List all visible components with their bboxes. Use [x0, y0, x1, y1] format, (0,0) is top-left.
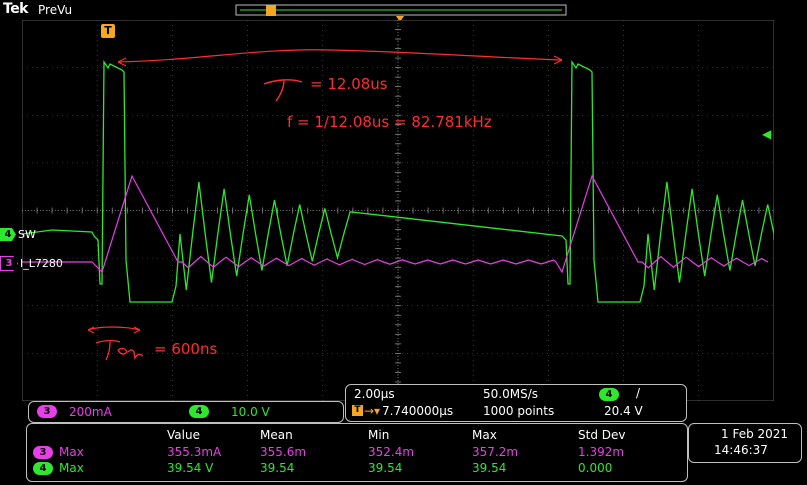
meas-max: 357.2m [472, 445, 519, 459]
record-length: 1000 points [483, 404, 555, 418]
date-display: 1 Feb 2021 [721, 427, 789, 441]
ton-annotation: = 600ns [154, 340, 218, 358]
trigger-level: 20.4 V [604, 404, 643, 418]
meas-header-min: Min [368, 428, 390, 442]
sample-rate: 50.0MS/s [483, 387, 538, 401]
channel-3-badge: 3 [0, 256, 18, 271]
meas-value: 39.54 V [167, 461, 214, 475]
graticule [21, 19, 775, 402]
ch4-scale-badge: 4 [189, 405, 209, 418]
trigger-level-arrow-icon[interactable]: ◀ [762, 127, 771, 141]
ch4-scale-value: 10.0 V [231, 405, 270, 419]
trigger-source-badge: 4 [599, 388, 619, 401]
timebase-panel[interactable]: 2.00µs 50.0MS/s 4 / T →▾ 7.740000µs 1000… [345, 384, 687, 422]
meas-header-max: Max [472, 428, 497, 442]
time-per-division: 2.00µs [354, 387, 395, 401]
channel-3-marker[interactable]: 3 I_L7280 [0, 256, 63, 271]
channel-3-trace [22, 174, 769, 274]
trigger-slope-icon: / [636, 386, 641, 400]
measurement-panel[interactable]: Value Mean Min Max Std Dev 3 Max 355.3mA… [26, 423, 688, 482]
meas-header-value: Value [167, 428, 200, 442]
period-annotation: = 12.08us [310, 75, 388, 93]
trigger-position-value: 7.740000µs [382, 404, 454, 418]
frequency-annotation: f = 1/12.08us = 82.781kHz [287, 113, 492, 131]
waveform-display[interactable] [21, 19, 775, 402]
record-overview[interactable] [0, 0, 807, 20]
meas-mean: 39.54 [260, 461, 295, 475]
channel-4-name: SW [18, 228, 36, 241]
trigger-position-icon: T [352, 405, 363, 416]
channel-3-name: I_L7280 [20, 257, 63, 270]
meas-value: 355.3mA [167, 445, 222, 459]
meas-stddev: 0.000 [578, 461, 613, 475]
meas-stddev: 1.392m [578, 445, 625, 459]
ch3-scale-value: 200mA [69, 405, 112, 419]
meas-min: 39.54 [368, 461, 403, 475]
meas-header-stddev: Std Dev [578, 428, 626, 442]
arrow-icon: →▾ [364, 404, 381, 418]
time-display: 14:46:37 [714, 443, 768, 457]
trigger-position-marker[interactable]: T [101, 24, 115, 38]
datetime-panel: 1 Feb 2021 14:46:37 [688, 423, 802, 463]
vertical-scale-panel[interactable]: 3 200mA 4 10.0 V [28, 401, 344, 423]
meas-min: 352.4m [368, 445, 415, 459]
channel-4-marker[interactable]: 4 SW [0, 228, 36, 241]
top-bar: Tek PreVu [0, 0, 807, 20]
ch3-scale-badge: 3 [37, 405, 57, 418]
meas-max: 39.54 [472, 461, 507, 475]
channel-4-badge: 4 [0, 228, 16, 241]
meas-type: Max [59, 461, 84, 475]
meas-row-badge: 4 [33, 462, 53, 475]
meas-type: Max [59, 445, 84, 459]
meas-mean: 355.6m [260, 445, 307, 459]
meas-row-badge: 3 [33, 446, 53, 459]
meas-header-mean: Mean [260, 428, 293, 442]
